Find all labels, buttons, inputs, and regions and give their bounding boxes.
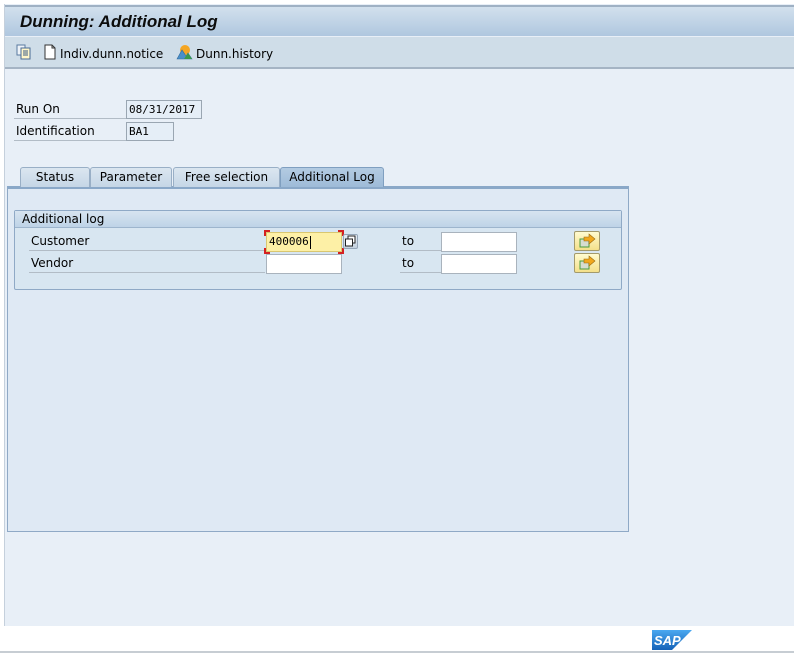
- identification-field: BA1: [126, 122, 174, 141]
- tab-additional-log[interactable]: Additional Log: [280, 167, 384, 187]
- customer-multiple-selection-button[interactable]: [574, 231, 600, 251]
- multiple-selection-button[interactable]: [343, 234, 358, 249]
- run-on-label: Run On: [14, 100, 126, 119]
- mountain-history-icon: [176, 44, 193, 63]
- vendor-label: Vendor: [29, 254, 265, 273]
- customer-to-label: to: [400, 232, 442, 251]
- document-icon: [43, 44, 57, 63]
- copy-doc-icon: [16, 44, 32, 63]
- dunn-history-button[interactable]: Dunn.history: [176, 45, 273, 62]
- tab-status[interactable]: Status: [20, 167, 90, 187]
- run-on-field: 08/31/2017: [126, 100, 202, 119]
- sap-logo-text: SAP: [654, 633, 681, 648]
- tab-free-selection-label: Free selection: [184, 170, 269, 184]
- vendor-multiple-selection-button[interactable]: [574, 253, 600, 273]
- vendor-to-input[interactable]: [441, 254, 517, 274]
- tab-additional-log-label: Additional Log: [289, 170, 375, 184]
- focus-corner: [264, 230, 270, 236]
- customer-from-value: 400006: [269, 235, 309, 248]
- text-caret: [309, 235, 311, 249]
- indiv-dunn-notice-label: Indiv.dunn.notice: [60, 46, 164, 61]
- tab-parameter-label: Parameter: [99, 170, 163, 184]
- dunn-history-label: Dunn.history: [196, 46, 274, 61]
- indiv-dunn-notice-button[interactable]: Indiv.dunn.notice: [43, 44, 164, 63]
- identification-label: Identification: [14, 122, 126, 141]
- tab-parameter[interactable]: Parameter: [90, 167, 172, 187]
- group-title: Additional log: [15, 211, 621, 228]
- customer-from-input[interactable]: 400006: [266, 232, 342, 252]
- copy-button[interactable]: [16, 44, 32, 63]
- tab-status-label: Status: [35, 170, 75, 184]
- page-title: Dunning: Additional Log: [20, 12, 218, 31]
- vendor-to-label: to: [400, 254, 442, 273]
- vendor-from-input[interactable]: [266, 254, 342, 274]
- tab-free-selection[interactable]: Free selection: [173, 167, 280, 187]
- copy-icon: [345, 235, 356, 247]
- title-bar: Dunning: Additional Log: [5, 5, 794, 36]
- arrow-right-icon: [579, 255, 596, 270]
- customer-label: Customer: [29, 232, 265, 251]
- application-toolbar: Indiv.dunn.notice Dunn.history: [5, 37, 794, 69]
- footer-divider: [0, 651, 794, 653]
- sap-logo: SAP: [652, 630, 692, 650]
- customer-to-input[interactable]: [441, 232, 517, 252]
- arrow-right-icon: [579, 233, 596, 248]
